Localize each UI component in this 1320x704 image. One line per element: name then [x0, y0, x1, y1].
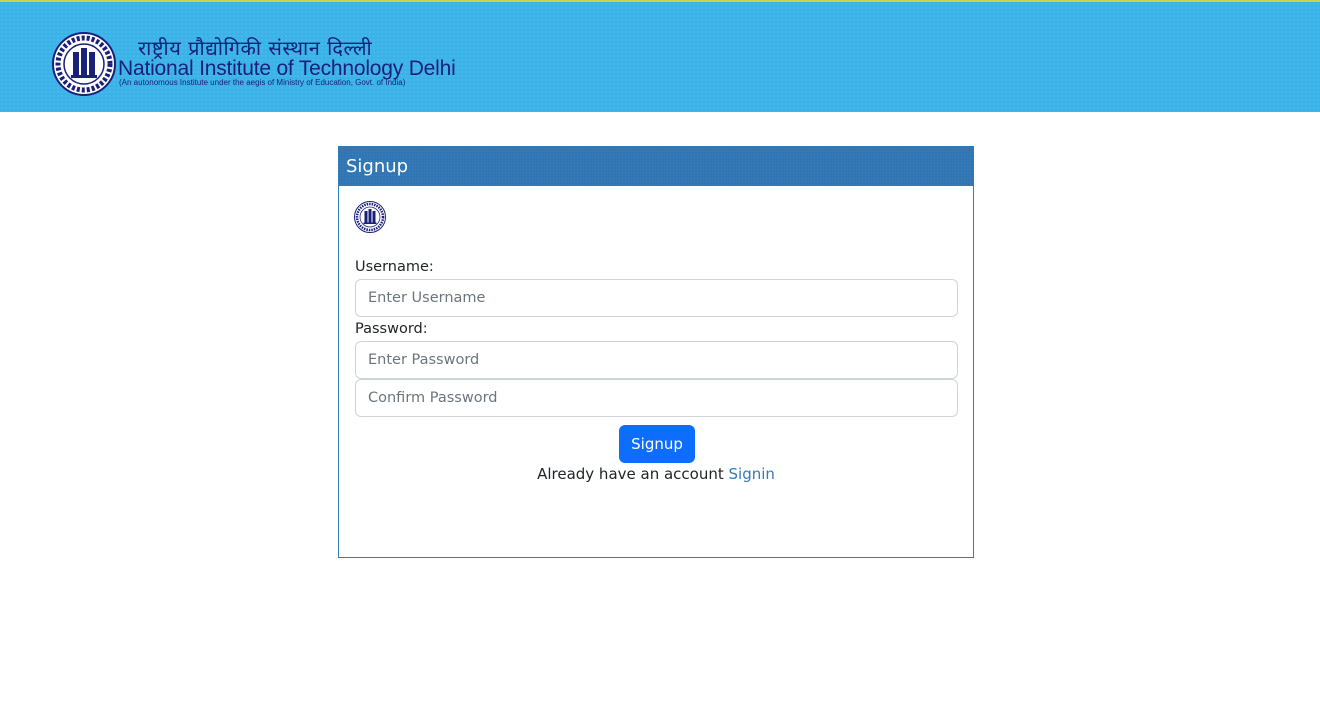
institute-subtitle: (An autonomous Institute under the aegis…: [119, 78, 406, 87]
signup-card: Signup Username: Password: Signup Alread…: [338, 146, 974, 558]
username-label: Username:: [355, 259, 434, 275]
nit-delhi-seal-icon: [354, 201, 386, 233]
card-title: Signup: [339, 147, 973, 186]
password-input[interactable]: [355, 341, 958, 379]
username-input[interactable]: [355, 279, 958, 317]
signin-link[interactable]: Signin: [729, 465, 775, 483]
signup-button[interactable]: Signup: [619, 425, 695, 463]
signin-prompt-text: Already have an account: [537, 465, 724, 483]
password-label: Password:: [355, 321, 428, 337]
nit-delhi-seal-icon: [52, 32, 116, 96]
signin-prompt: Already have an account Signin: [339, 465, 973, 483]
confirm-password-input[interactable]: [355, 379, 958, 417]
site-banner: राष्ट्रीय प्रौद्योगिकी संस्थान दिल्ली Na…: [0, 0, 1320, 112]
